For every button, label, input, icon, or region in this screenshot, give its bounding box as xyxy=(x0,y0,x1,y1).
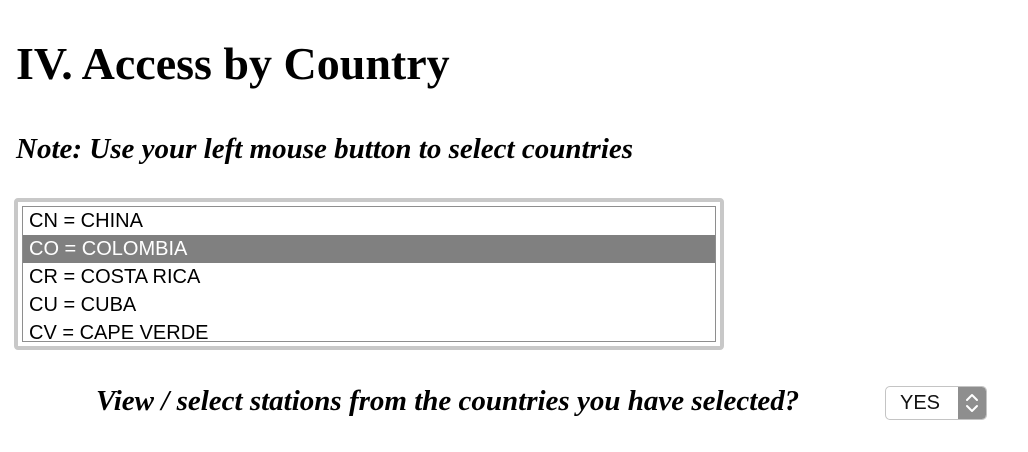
page-title: IV. Access by Country xyxy=(16,38,450,89)
up-down-chevron-icon xyxy=(958,387,986,419)
view-stations-select-value: YES xyxy=(900,392,941,414)
view-stations-question: View / select stations from the countrie… xyxy=(96,385,800,417)
country-option-cu[interactable]: CU = CUBA xyxy=(23,291,715,319)
country-option-cn[interactable]: CN = CHINA xyxy=(23,207,715,235)
view-stations-select[interactable]: YES xyxy=(885,386,987,420)
selection-note: Note: Use your left mouse button to sele… xyxy=(16,133,634,165)
country-listbox-frame: CN = CHINA CO = COLOMBIA CR = COSTA RICA… xyxy=(14,198,724,350)
country-option-cr[interactable]: CR = COSTA RICA xyxy=(23,263,715,291)
country-listbox[interactable]: CN = CHINA CO = COLOMBIA CR = COSTA RICA… xyxy=(22,206,716,342)
country-option-co[interactable]: CO = COLOMBIA xyxy=(23,235,715,263)
country-option-cv[interactable]: CV = CAPE VERDE xyxy=(23,319,715,341)
